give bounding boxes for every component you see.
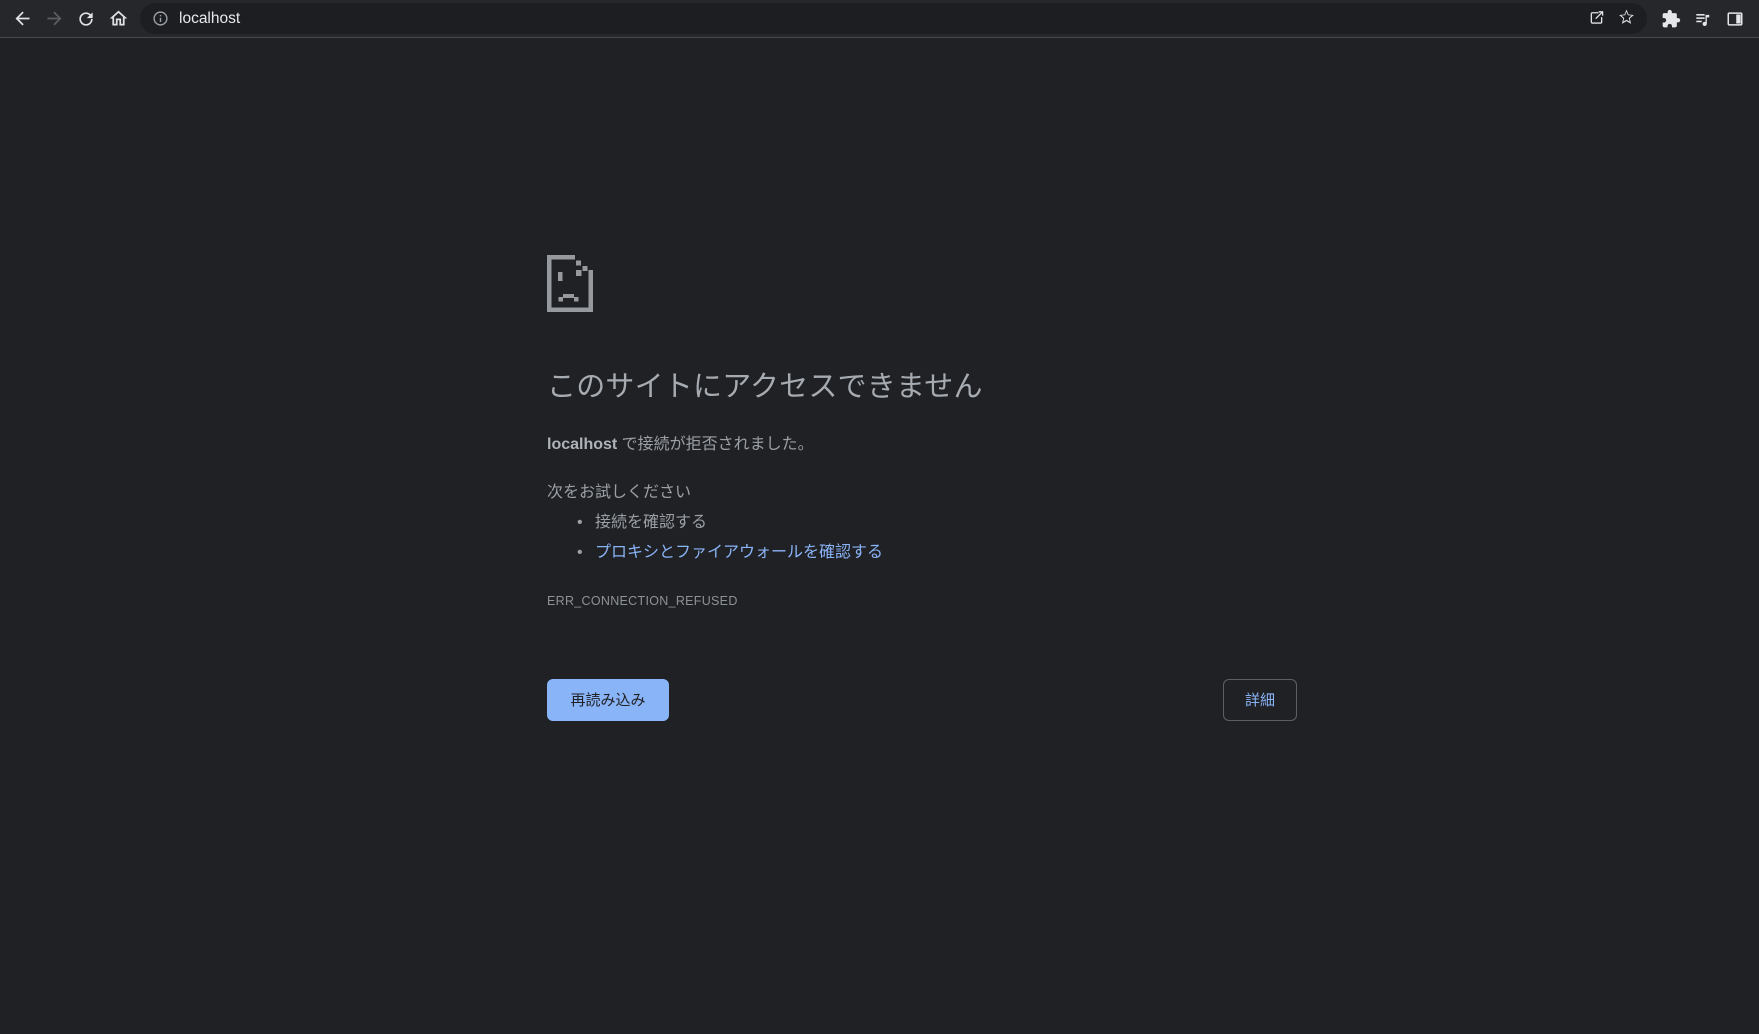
error-title: このサイトにアクセスできません [547, 369, 1297, 407]
home-button[interactable] [102, 3, 134, 35]
share-button[interactable] [1581, 4, 1611, 34]
playlist-music-note-icon [1693, 9, 1713, 29]
back-arrow-icon [12, 8, 33, 29]
media-controls-button[interactable] [1687, 3, 1719, 35]
forward-arrow-icon [44, 8, 65, 29]
suggestions-header: 次をお試しください [547, 481, 1297, 505]
proxy-firewall-link[interactable]: プロキシとファイアウォールを確認する [595, 544, 883, 561]
puzzle-piece-icon [1661, 9, 1681, 29]
side-panel-icon [1725, 9, 1745, 29]
details-button[interactable]: 詳細 [1223, 679, 1297, 721]
error-message: localhost で接続が拒否されました。 [547, 433, 1297, 457]
suggestion-check-connection: 接続を確認する [595, 511, 1297, 535]
extensions-button[interactable] [1655, 3, 1687, 35]
reload-icon [76, 9, 96, 29]
address-bar[interactable]: localhost [140, 3, 1647, 34]
error-content: このサイトにアクセスできません localhost で接続が拒否されました。 次… [547, 255, 1297, 721]
reload-button[interactable]: 再読み込み [547, 679, 669, 721]
suggestion-check-proxy: プロキシとファイアウォールを確認する [595, 541, 1297, 565]
side-panel-button[interactable] [1719, 3, 1751, 35]
browser-toolbar: localhost [0, 0, 1759, 38]
reload-button-toolbar[interactable] [70, 3, 102, 35]
error-host: localhost [547, 436, 617, 453]
suggestions-list: 接続を確認する プロキシとファイアウォールを確認する [547, 511, 1297, 565]
bookmark-button[interactable] [1611, 4, 1641, 34]
share-icon [1587, 8, 1606, 30]
error-page: このサイトにアクセスできません localhost で接続が拒否されました。 次… [0, 38, 1759, 1032]
error-code: ERR_CONNECTION_REFUSED [547, 594, 1297, 608]
sad-file-icon [547, 255, 593, 312]
back-button[interactable] [6, 3, 38, 35]
star-icon [1617, 8, 1636, 30]
button-row: 再読み込み 詳細 [547, 679, 1297, 721]
home-icon [108, 8, 129, 29]
forward-button[interactable] [38, 3, 70, 35]
error-message-rest: で接続が拒否されました。 [617, 436, 813, 453]
url-text[interactable]: localhost [179, 10, 1581, 28]
site-info-icon[interactable] [152, 10, 169, 27]
